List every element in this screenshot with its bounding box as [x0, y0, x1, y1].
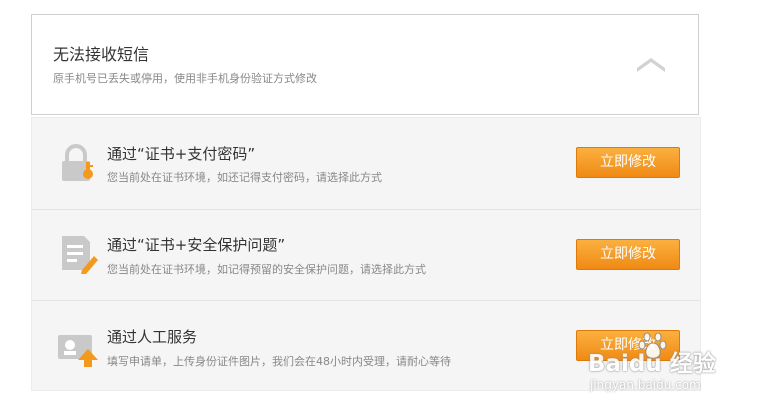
panel-subtitle: 原手机号已丢失或停用，使用非手机身份验证方式修改	[53, 72, 317, 85]
option-title: 通过人工服务	[107, 328, 198, 346]
watermark-brand: Baidu 经验	[588, 351, 716, 377]
modify-now-button[interactable]: 立即修改	[576, 147, 680, 178]
collapse-chevron-icon[interactable]	[633, 57, 669, 75]
option-description: 填写申请单，上传身份证件图片，我们会在48小时内受理，请耐心等待	[107, 355, 451, 368]
lock-certificate-icon	[58, 144, 98, 184]
option-title: 通过“证书+安全保护问题”	[107, 236, 286, 254]
watermark-url: jingyan.baidu.com	[590, 378, 701, 392]
option-description: 您当前处在证书环境，如记得预留的安全保护问题，请选择此方式	[107, 263, 426, 276]
option-certificate-payment-password: 通过“证书+支付密码” 您当前处在证书环境，如还记得支付密码，请选择此方式 立即…	[32, 118, 700, 208]
option-description: 您当前处在证书环境，如还记得支付密码，请选择此方式	[107, 171, 382, 184]
document-pencil-icon	[58, 234, 98, 274]
option-certificate-security-question: 通过“证书+安全保护问题” 您当前处在证书环境，如记得预留的安全保护问题，请选择…	[32, 209, 700, 300]
option-title: 通过“证书+支付密码”	[107, 145, 256, 163]
unable-receive-sms-panel: 无法接收短信 原手机号已丢失或停用，使用非手机身份验证方式修改	[31, 14, 699, 115]
id-card-upload-icon	[58, 329, 98, 369]
modify-now-button[interactable]: 立即修改	[576, 239, 680, 270]
panel-title: 无法接收短信	[53, 45, 150, 64]
baidu-jingyan-watermark: Baidu 经验 jingyan.baidu.com	[588, 330, 758, 402]
